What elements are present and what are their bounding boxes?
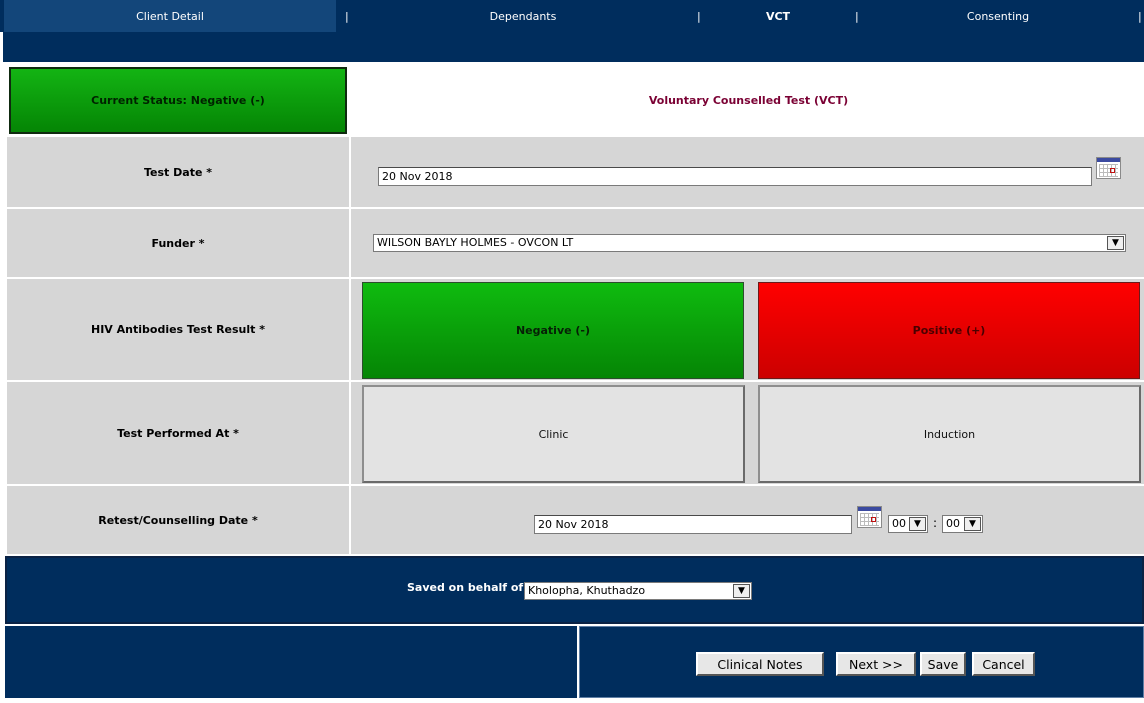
current-status-badge: Current Status: Negative (-)	[9, 67, 347, 134]
page-title: Voluntary Counselled Test (VCT)	[353, 65, 1144, 135]
tab-dependants[interactable]: Dependants	[352, 0, 694, 32]
retest-minute-value: 00	[946, 517, 960, 530]
test-date-cell: 20 Nov 2018	[351, 137, 1144, 207]
retest-hour-value: 00	[892, 517, 906, 530]
nav-notch	[0, 32, 3, 62]
tab-consenting[interactable]: Consenting	[862, 0, 1134, 32]
save-button[interactable]: Save	[920, 652, 966, 676]
calendar-icon[interactable]	[1096, 157, 1121, 179]
result-negative-button[interactable]: Negative (-)	[362, 282, 744, 379]
on-behalf-value: Kholopha, Khuthadzo	[528, 584, 646, 597]
on-behalf-bar: Saved on behalf of: Kholopha, Khuthadzo …	[5, 556, 1144, 624]
tab-separator: |	[345, 10, 349, 23]
retest-label: Retest/Counselling Date *	[7, 486, 349, 554]
footer-actions-panel: Clinical Notes Next >> Save Cancel	[579, 626, 1144, 698]
dropdown-arrow-icon[interactable]: ▼	[1107, 236, 1124, 250]
hiv-result-cell: Negative (-) Positive (+)	[351, 279, 1144, 380]
funder-cell: WILSON BAYLY HOLMES - OVCON LT ▼	[351, 209, 1144, 277]
performed-at-label: Test Performed At *	[7, 382, 349, 484]
on-behalf-label: Saved on behalf of:	[407, 581, 528, 594]
cancel-button[interactable]: Cancel	[972, 652, 1035, 676]
dropdown-arrow-icon[interactable]: ▼	[964, 517, 981, 531]
tab-separator: |	[855, 10, 859, 23]
performed-at-cell: Clinic Induction	[351, 382, 1144, 484]
tab-client-detail[interactable]: Client Detail	[4, 0, 336, 32]
dropdown-arrow-icon[interactable]: ▼	[733, 584, 750, 598]
retest-hour-select[interactable]: 00 ▼	[888, 515, 928, 533]
clinical-notes-button[interactable]: Clinical Notes	[696, 652, 824, 676]
retest-cell: 20 Nov 2018 00 ▼ : 00 ▼	[351, 486, 1144, 554]
performed-induction-button[interactable]: Induction	[758, 385, 1141, 483]
time-separator: :	[933, 516, 938, 530]
performed-clinic-button[interactable]: Clinic	[362, 385, 745, 483]
footer-left-panel	[5, 626, 577, 698]
next-button[interactable]: Next >>	[836, 652, 916, 676]
retest-date-input[interactable]: 20 Nov 2018	[534, 515, 852, 534]
test-date-input[interactable]: 20 Nov 2018	[378, 167, 1092, 186]
retest-minute-select[interactable]: 00 ▼	[942, 515, 983, 533]
top-navigation: Client Detail | Dependants | VCT | Conse…	[0, 0, 1144, 62]
calendar-icon[interactable]	[857, 506, 882, 528]
tab-separator: |	[1138, 10, 1142, 23]
tab-bar: Client Detail | Dependants | VCT | Conse…	[0, 0, 1144, 32]
on-behalf-select[interactable]: Kholopha, Khuthadzo ▼	[524, 582, 752, 600]
funder-label: Funder *	[7, 209, 349, 277]
hiv-result-label: HIV Antibodies Test Result *	[7, 279, 349, 380]
tab-separator: |	[697, 10, 701, 23]
funder-selected-value: WILSON BAYLY HOLMES - OVCON LT	[377, 236, 574, 249]
funder-select[interactable]: WILSON BAYLY HOLMES - OVCON LT ▼	[373, 234, 1126, 252]
vct-form: Current Status: Negative (-) Voluntary C…	[5, 63, 1144, 703]
dropdown-arrow-icon[interactable]: ▼	[909, 517, 926, 531]
tab-vct[interactable]: VCT	[704, 0, 852, 32]
result-positive-button[interactable]: Positive (+)	[758, 282, 1140, 379]
test-date-label: Test Date *	[7, 137, 349, 207]
